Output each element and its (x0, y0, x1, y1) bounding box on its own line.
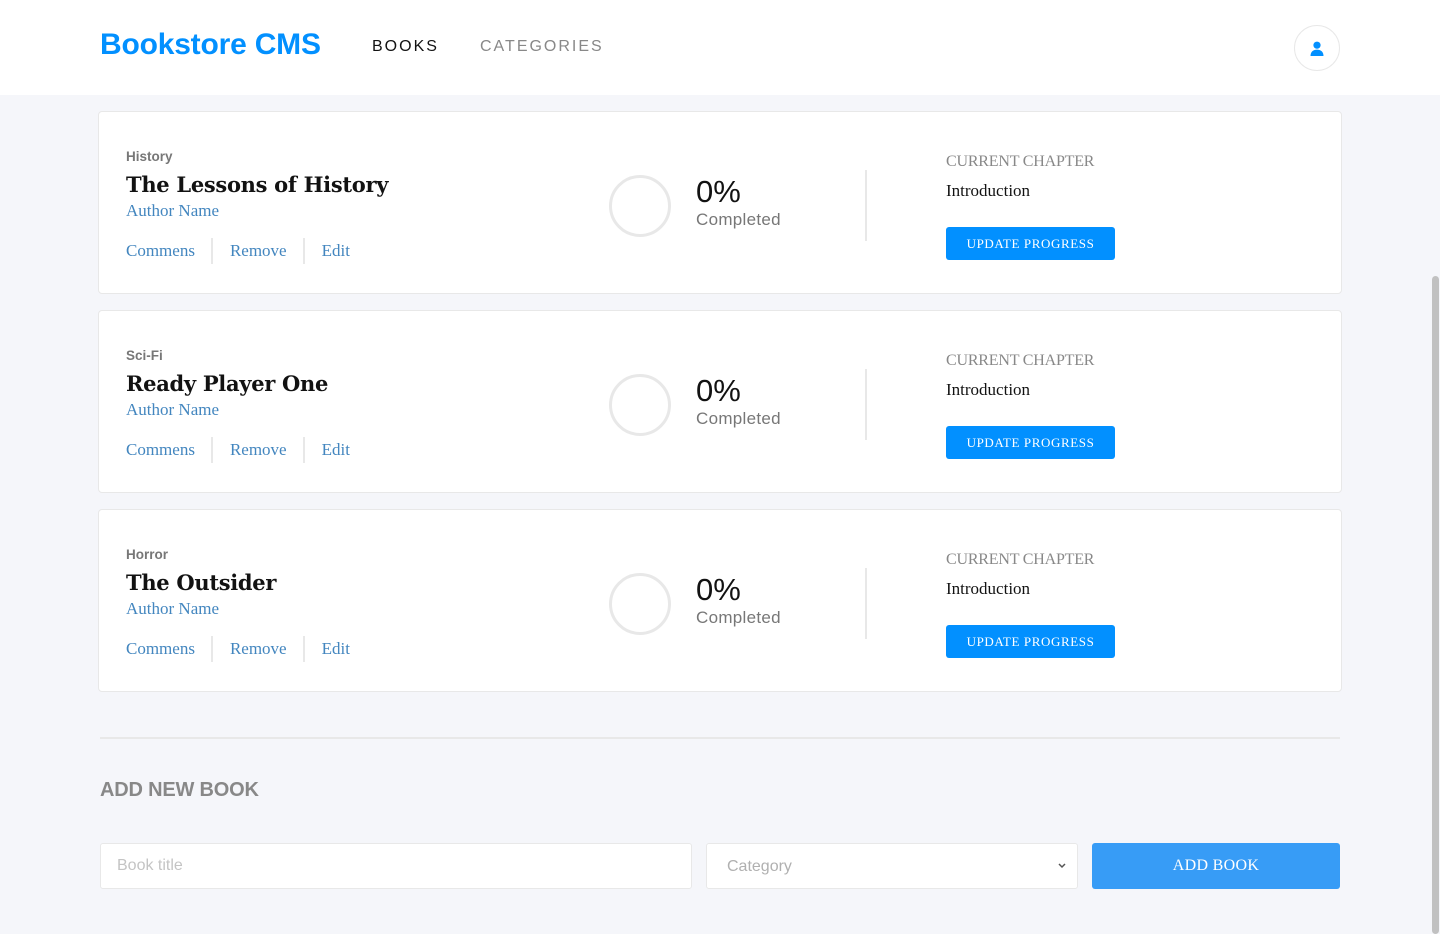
comments-button[interactable]: Commens (126, 238, 195, 264)
chapter-label: CURRENT CHAPTER (946, 551, 1095, 568)
chapter-label: CURRENT CHAPTER (946, 352, 1095, 369)
divider (865, 568, 867, 639)
progress-ring (609, 374, 671, 436)
book-genre: History (126, 149, 173, 164)
book-author[interactable]: Author Name (126, 400, 219, 420)
book-genre: Horror (126, 547, 169, 562)
book-author[interactable]: Author Name (126, 201, 219, 221)
book-actions: Commens Remove Edit (126, 238, 350, 264)
book-card: Horror The Outsider Author Name Commens … (98, 509, 1342, 692)
add-book-heading: ADD NEW BOOK (100, 779, 259, 801)
update-progress-button[interactable]: UPDATE PROGRESS (946, 426, 1115, 459)
divider (210, 238, 213, 264)
progress-percent: 0% (696, 373, 741, 408)
user-icon (1310, 41, 1324, 56)
book-title: The Lessons of History (126, 172, 389, 197)
header: Bookstore CMS BOOKS CATEGORIES (0, 0, 1440, 95)
divider (210, 636, 213, 662)
chevron-down-icon (1058, 863, 1066, 869)
nav-categories[interactable]: CATEGORIES (480, 38, 604, 56)
book-actions: Commens Remove Edit (126, 437, 350, 463)
remove-button[interactable]: Remove (230, 238, 287, 264)
divider (210, 437, 213, 463)
edit-button[interactable]: Edit (322, 437, 350, 463)
remove-button[interactable]: Remove (230, 636, 287, 662)
category-select[interactable]: Category (706, 843, 1078, 889)
book-card: Sci-Fi Ready Player One Author Name Comm… (98, 310, 1342, 493)
book-title: Ready Player One (126, 371, 329, 396)
update-progress-button[interactable]: UPDATE PROGRESS (946, 625, 1115, 658)
book-card: History The Lessons of History Author Na… (98, 111, 1342, 294)
divider (302, 636, 305, 662)
edit-button[interactable]: Edit (322, 238, 350, 264)
comments-button[interactable]: Commens (126, 437, 195, 463)
progress-ring (609, 175, 671, 237)
chapter-value: Introduction (946, 579, 1031, 598)
book-genre: Sci-Fi (126, 348, 163, 363)
progress-label: Completed (696, 608, 781, 627)
add-book-button[interactable]: ADD BOOK (1092, 843, 1340, 889)
progress-label: Completed (696, 409, 781, 428)
section-divider (100, 737, 1340, 739)
user-button[interactable] (1294, 25, 1340, 71)
nav-books[interactable]: BOOKS (372, 38, 439, 56)
book-title-input[interactable] (100, 843, 692, 889)
chapter-value: Introduction (946, 181, 1031, 200)
remove-button[interactable]: Remove (230, 437, 287, 463)
comments-button[interactable]: Commens (126, 636, 195, 662)
progress-label: Completed (696, 210, 781, 229)
update-progress-button[interactable]: UPDATE PROGRESS (946, 227, 1115, 260)
chapter-label: CURRENT CHAPTER (946, 153, 1095, 170)
progress-percent: 0% (696, 174, 741, 209)
book-author[interactable]: Author Name (126, 599, 219, 619)
divider (865, 170, 867, 241)
progress-ring (609, 573, 671, 635)
scrollbar[interactable] (1432, 276, 1439, 934)
divider (302, 437, 305, 463)
chapter-value: Introduction (946, 380, 1031, 399)
progress-percent: 0% (696, 572, 741, 607)
divider (302, 238, 305, 264)
category-select-value: Category (727, 858, 792, 875)
book-actions: Commens Remove Edit (126, 636, 350, 662)
brand-logo[interactable]: Bookstore CMS (100, 28, 321, 62)
divider (865, 369, 867, 440)
book-title: The Outsider (126, 570, 277, 595)
edit-button[interactable]: Edit (322, 636, 350, 662)
